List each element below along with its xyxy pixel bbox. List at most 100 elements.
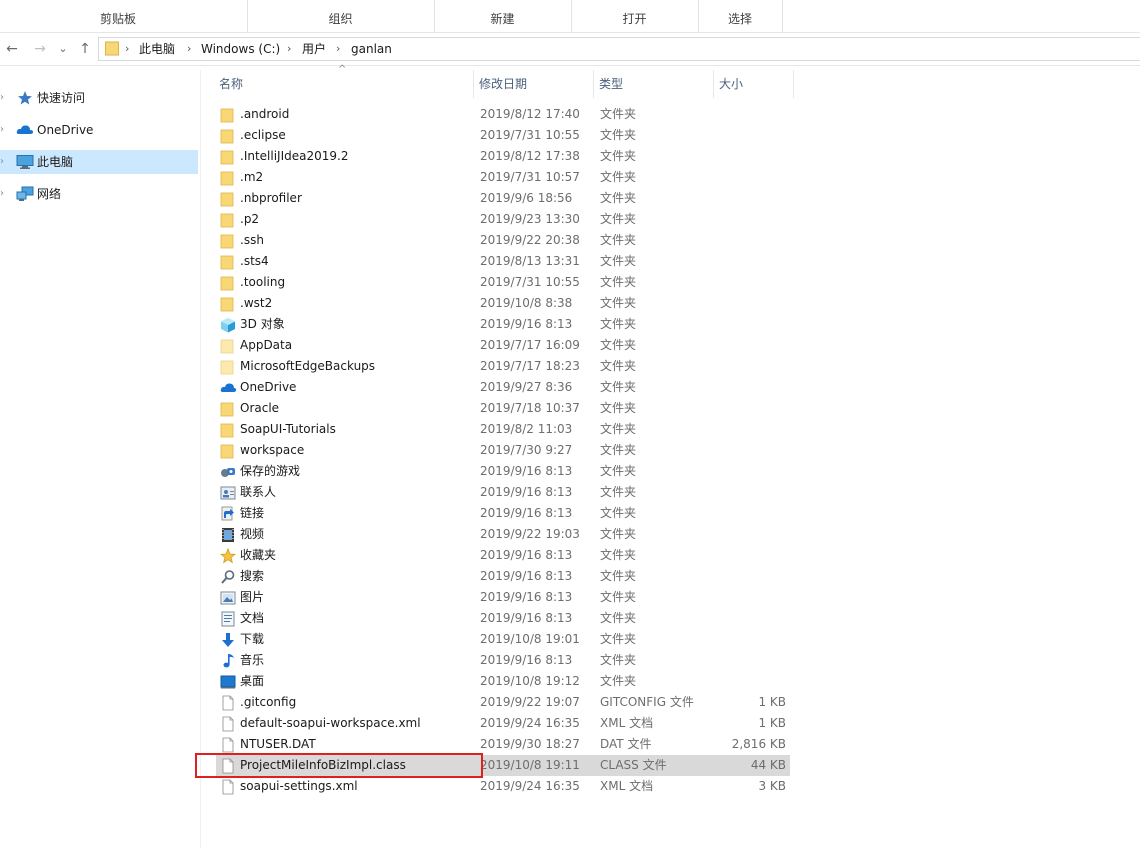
folder-icon: [220, 150, 234, 165]
file-row[interactable]: default-soapui-workspace.xml 2019/9/24 16…: [216, 713, 790, 734]
file-type: 文件夹: [600, 632, 637, 646]
file-row[interactable]: .gitconfig 2019/9/22 19:07 GITCONFIG 文件 1 K…: [216, 692, 790, 713]
file-size: [716, 104, 786, 125]
file-name: .nbprofiler: [240, 191, 302, 205]
file-row[interactable]: .sts4 2019/8/13 13:31 文件夹: [216, 251, 790, 272]
file-icon: [222, 737, 234, 753]
sidebar-item-this-pc[interactable]: › 此电脑: [0, 150, 198, 174]
file-type: 文件夹: [600, 128, 637, 142]
expand-chevron-icon[interactable]: ›: [0, 182, 10, 206]
address-bar[interactable]: › 此电脑 › Windows (C:) › 用户 › ganlan: [98, 37, 1140, 61]
folder-icon: [105, 41, 119, 56]
file-modified-date: 2019/7/18 10:37: [480, 401, 580, 415]
folder-light-icon: [220, 360, 234, 375]
sidebar-item-label: 网络: [37, 187, 62, 201]
folder-icon: [220, 255, 234, 270]
file-row[interactable]: OneDrive 2019/9/27 8:36 文件夹: [216, 377, 790, 398]
file-name: .eclipse: [240, 128, 286, 142]
file-row[interactable]: 桌面 2019/10/8 19:12 文件夹: [216, 671, 790, 692]
file-row[interactable]: .android 2019/8/12 17:40 文件夹: [216, 104, 790, 125]
expand-chevron-icon[interactable]: ›: [0, 86, 10, 110]
file-type: 文件夹: [600, 674, 637, 688]
file-row[interactable]: .wst2 2019/10/8 8:38 文件夹: [216, 293, 790, 314]
file-type: 文件夹: [600, 233, 637, 247]
ribbon-group-clipboard[interactable]: 剪贴板: [0, 0, 248, 32]
file-row[interactable]: .tooling 2019/7/31 10:55 文件夹: [216, 272, 790, 293]
ribbon-group-open[interactable]: 打开: [571, 0, 699, 32]
file-size: [716, 419, 786, 440]
file-modified-date: 2019/9/23 13:30: [480, 212, 580, 226]
column-header-date[interactable]: 修改日期: [474, 70, 594, 98]
back-button[interactable]: ←: [3, 39, 21, 59]
ribbon-group-new[interactable]: 新建: [434, 0, 572, 32]
sidebar-item-onedrive[interactable]: › OneDrive: [0, 118, 198, 142]
expand-chevron-icon[interactable]: ›: [0, 150, 10, 174]
file-row[interactable]: 下载 2019/10/8 19:01 文件夹: [216, 629, 790, 650]
sidebar-item-quick-access[interactable]: › 快速访问: [0, 86, 198, 110]
expand-chevron-icon[interactable]: ›: [0, 118, 10, 142]
file-name: 文档: [240, 611, 265, 625]
file-row[interactable]: .nbprofiler 2019/9/6 18:56 文件夹: [216, 188, 790, 209]
file-modified-date: 2019/9/22 19:07: [480, 695, 580, 709]
file-modified-date: 2019/9/6 18:56: [480, 191, 573, 205]
file-row[interactable]: 联系人 2019/9/16 8:13 文件夹: [216, 482, 790, 503]
file-row[interactable]: 收藏夹 2019/9/16 8:13 文件夹: [216, 545, 790, 566]
file-name: .ssh: [240, 233, 264, 247]
file-name: .android: [240, 107, 290, 121]
file-row[interactable]: 图片 2019/9/16 8:13 文件夹: [216, 587, 790, 608]
file-row[interactable]: SoapUI-Tutorials 2019/8/2 11:03 文件夹: [216, 419, 790, 440]
folder-icon: [220, 444, 234, 459]
file-modified-date: 2019/9/16 8:13: [480, 548, 573, 562]
up-button[interactable]: ↑: [76, 39, 94, 59]
file-name: .sts4: [240, 254, 269, 268]
sidebar-item-network[interactable]: › 网络: [0, 182, 198, 206]
breadcrumb-this-pc[interactable]: 此电脑: [139, 38, 175, 60]
file-row[interactable]: 搜索 2019/9/16 8:13 文件夹: [216, 566, 790, 587]
file-row[interactable]: MicrosoftEdgeBackups 2019/7/17 18:23 文件夹: [216, 356, 790, 377]
file-row[interactable]: 文档 2019/9/16 8:13 文件夹: [216, 608, 790, 629]
breadcrumb-separator[interactable]: ›: [336, 38, 340, 60]
file-type: 文件夹: [600, 611, 637, 625]
file-row[interactable]: .eclipse 2019/7/31 10:55 文件夹: [216, 125, 790, 146]
folder-icon: [220, 192, 234, 207]
column-header-name[interactable]: 名称: [214, 70, 474, 98]
forward-button[interactable]: →: [31, 39, 49, 59]
file-row[interactable]: .p2 2019/9/23 13:30 文件夹: [216, 209, 790, 230]
file-type: 文件夹: [600, 380, 637, 394]
file-row[interactable]: .m2 2019/7/31 10:57 文件夹: [216, 167, 790, 188]
games-icon: [221, 468, 235, 477]
file-row[interactable]: .IntelliJIdea2019.2 2019/8/12 17:38 文件夹: [216, 146, 790, 167]
breadcrumb-separator[interactable]: ›: [125, 38, 129, 60]
breadcrumb-separator[interactable]: ›: [287, 38, 291, 60]
contacts-icon: [220, 486, 236, 500]
file-row[interactable]: Oracle 2019/7/18 10:37 文件夹: [216, 398, 790, 419]
ribbon-group-select[interactable]: 选择: [698, 0, 783, 32]
file-row[interactable]: 3D 对象 2019/9/16 8:13 文件夹: [216, 314, 790, 335]
file-row[interactable]: NTUSER.DAT 2019/9/30 18:27 DAT 文件 2,816 KB: [216, 734, 790, 755]
file-row[interactable]: soapui-settings.xml 2019/9/24 16:35 XML 文档…: [216, 776, 790, 797]
breadcrumb-ganlan[interactable]: ganlan: [351, 38, 392, 60]
file-row[interactable]: 音乐 2019/9/16 8:13 文件夹: [216, 650, 790, 671]
file-row[interactable]: .ssh 2019/9/22 20:38 文件夹: [216, 230, 790, 251]
file-size: [716, 188, 786, 209]
file-size: 3 KB: [758, 779, 786, 793]
column-header-size[interactable]: 大小: [714, 70, 794, 98]
file-row[interactable]: workspace 2019/7/30 9:27 文件夹: [216, 440, 790, 461]
breadcrumb-drive-c[interactable]: Windows (C:): [201, 38, 280, 60]
file-size: [716, 482, 786, 503]
breadcrumb-separator[interactable]: ›: [187, 38, 191, 60]
breadcrumb-users[interactable]: 用户: [302, 38, 326, 60]
monitor-icon: [16, 155, 34, 169]
file-row[interactable]: 链接 2019/9/16 8:13 文件夹: [216, 503, 790, 524]
search-icon: [221, 570, 235, 584]
file-row[interactable]: 保存的游戏 2019/9/16 8:13 文件夹: [216, 461, 790, 482]
ribbon-group-label: 组织: [328, 12, 353, 26]
file-row[interactable]: AppData 2019/7/17 16:09 文件夹: [216, 335, 790, 356]
column-header-type[interactable]: 类型: [594, 70, 714, 98]
file-type: 文件夹: [600, 569, 637, 583]
file-name: .m2: [240, 170, 264, 184]
ribbon-group-organize[interactable]: 组织: [247, 0, 435, 32]
file-modified-date: 2019/9/27 8:36: [480, 380, 573, 394]
file-row[interactable]: 视频 2019/9/22 19:03 文件夹: [216, 524, 790, 545]
recent-locations-button[interactable]: ⌄: [57, 39, 69, 59]
